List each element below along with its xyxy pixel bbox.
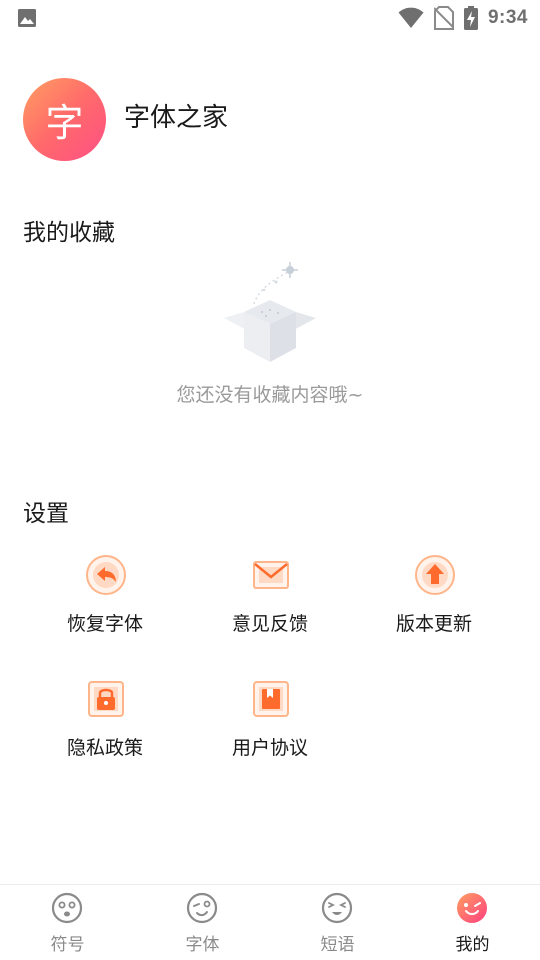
nav-tab-fonts[interactable]: 字体 [135,885,270,960]
feedback-mail-icon [253,561,289,589]
nav-tab-phrases[interactable]: 短语 [270,885,405,960]
status-bar: 9:34 [0,0,540,36]
restore-fonts-label: 恢复字体 [66,613,143,635]
nav-label-fonts: 字体 [185,935,220,955]
privacy-lock-icon [88,681,124,717]
face-symbol-icon [51,892,83,924]
clock: 9:34 [487,7,528,28]
nav-tab-mine[interactable]: 我的 [405,885,540,960]
settings-title: 设置 [23,501,69,527]
status-icons: 9:34 [398,5,528,31]
restore-icon [86,555,126,595]
avatar-char: 字 [45,101,84,145]
wifi-icon [398,7,424,28]
no-sim-icon [433,6,454,30]
update-arrow-icon [415,555,455,595]
privacy-policy-label: 隐私政策 [66,737,143,759]
user-agreement-icon [253,681,289,717]
empty-favorites-text: 您还没有收藏内容哦~ [176,384,364,406]
version-update-button[interactable]: 版本更新 [364,554,504,654]
avatar[interactable]: 字 [23,78,106,161]
face-squint-icon [321,892,353,924]
favorites-title: 我的收藏 [23,220,115,246]
nav-label-phrases: 短语 [320,935,355,955]
user-agreement-button[interactable]: 用户协议 [200,678,340,778]
feedback-label: 意见反馈 [231,613,308,635]
battery-charging-icon [463,6,478,30]
privacy-policy-button[interactable]: 隐私政策 [35,678,175,778]
face-wink-icon [186,892,218,924]
app-name: 字体之家 [124,103,229,133]
gallery-icon [18,9,36,27]
nav-label-symbols: 符号 [50,935,85,955]
bottom-nav: 符号 字体 短语 我的 [0,884,540,960]
empty-box-icon [224,262,316,362]
nav-tab-symbols[interactable]: 符号 [0,885,135,960]
nav-label-mine: 我的 [455,935,490,955]
face-mine-icon [457,893,487,923]
user-agreement-label: 用户协议 [231,737,308,759]
feedback-button[interactable]: 意见反馈 [200,554,340,654]
version-update-label: 版本更新 [395,613,472,635]
restore-fonts-button[interactable]: 恢复字体 [35,554,175,654]
